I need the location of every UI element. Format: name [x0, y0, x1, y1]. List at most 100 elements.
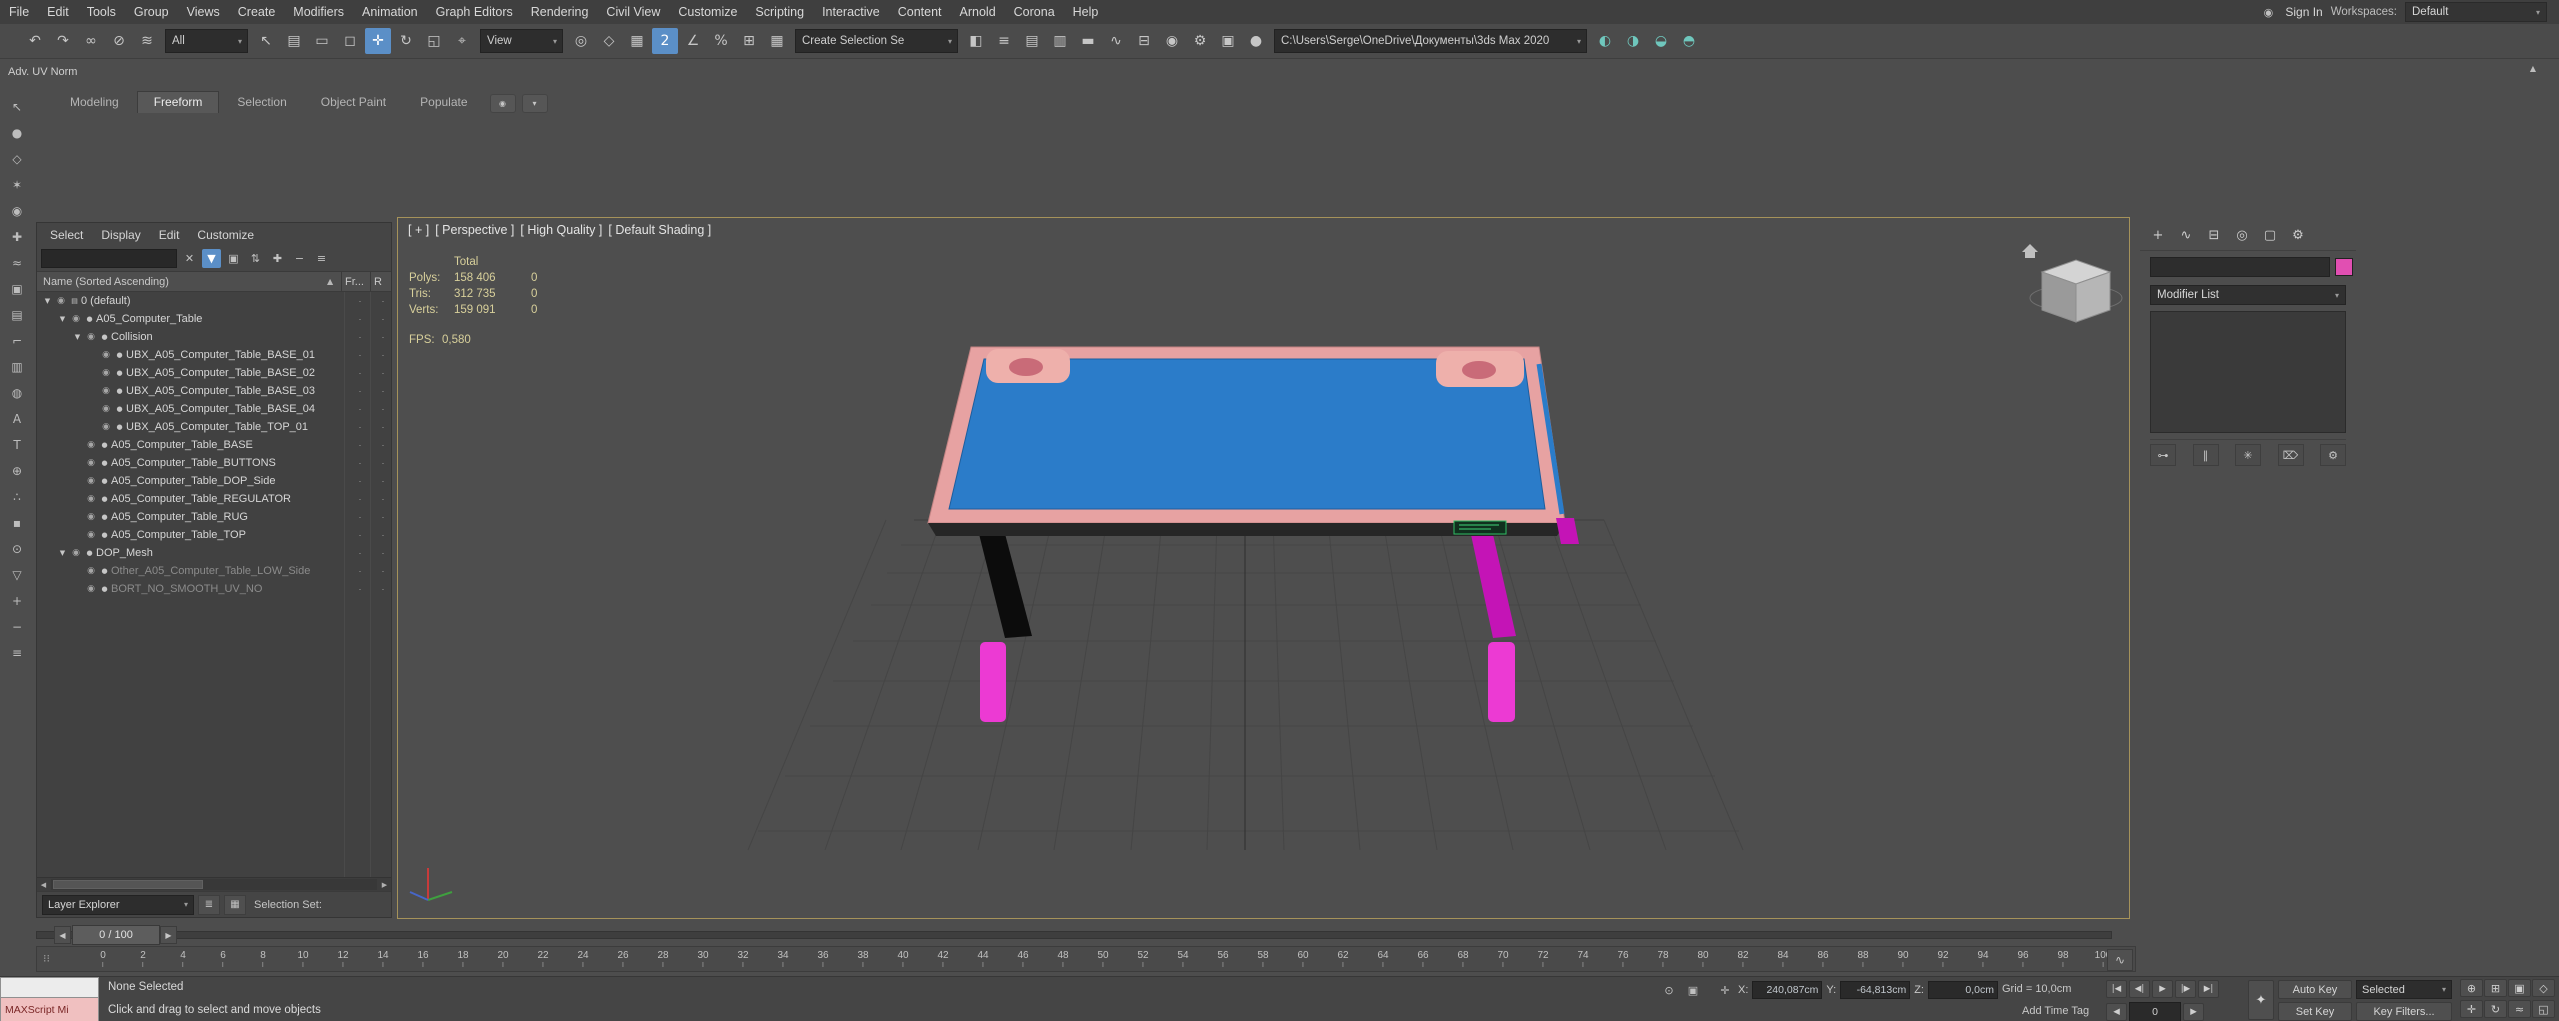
current-frame-field[interactable] [2129, 1002, 2181, 1021]
table-leg-right[interactable] [1470, 530, 1516, 638]
row-cell-render[interactable]: · [375, 310, 391, 328]
row-cell-frozen[interactable]: · [349, 436, 371, 454]
select-cursor-icon[interactable]: ↖ [6, 96, 28, 118]
scrollbar-track[interactable] [51, 879, 377, 890]
display-spacewarps-icon[interactable]: ≈ [6, 252, 28, 274]
time-slider-track[interactable] [36, 931, 2112, 939]
edit-named-selection-sets-icon[interactable]: ▦ [764, 28, 790, 54]
select-children-icon[interactable]: ∴ [6, 486, 28, 508]
explorer-list-mode-icon[interactable]: ≣ [198, 894, 220, 915]
menu-item-modifiers[interactable]: Modifiers [284, 0, 353, 24]
tree-row[interactable]: ◉ ● UBX_A05_Computer_Table_BASE_01 · · [37, 346, 391, 364]
display-tab-icon[interactable]: ▢ [2258, 224, 2282, 246]
frame-tick[interactable]: 0 [100, 950, 106, 967]
tree-row[interactable]: ▼ ◉ ● Collision · · [37, 328, 391, 346]
menu-item-arnold[interactable]: Arnold [951, 0, 1005, 24]
key-mode-dropdown[interactable]: Selected ▾ [2356, 980, 2452, 999]
toolbar-extra-icon-3[interactable]: ◒ [1648, 28, 1674, 54]
frame-tick[interactable]: 60 [1297, 950, 1308, 967]
visibility-icon[interactable]: ◉ [84, 512, 98, 522]
display-containers-icon[interactable]: ▥ [6, 356, 28, 378]
table-foot-left[interactable] [980, 642, 1006, 722]
select-by-name-icon[interactable]: ▤ [281, 28, 307, 54]
ribbon-tab-freeform[interactable]: Freeform [136, 91, 220, 113]
column-name-header[interactable]: Name (Sorted Ascending) [37, 276, 327, 288]
row-cell-frozen[interactable]: · [349, 382, 371, 400]
frame-tick[interactable]: 88 [1857, 950, 1868, 967]
sync-selection-icon[interactable]: ⇅ [246, 249, 265, 268]
workspace-dropdown[interactable]: Default ▾ [2405, 2, 2547, 22]
spinner-snap-icon[interactable]: ⊞ [736, 28, 762, 54]
explorer-options-icon[interactable]: ≡ [312, 249, 331, 268]
tree-row[interactable]: ◉ ● A05_Computer_Table_RUG · · [37, 508, 391, 526]
display-groups-icon[interactable]: ▣ [6, 278, 28, 300]
tree-row[interactable]: ▼ ◉ ● A05_Computer_Table · · [37, 310, 391, 328]
frame-tick[interactable]: 20 [497, 950, 508, 967]
sort-by-type-icon[interactable]: T [6, 434, 28, 456]
frame-tick[interactable]: 36 [817, 950, 828, 967]
frame-tick[interactable]: 94 [1977, 950, 1988, 967]
utilities-tab-icon[interactable]: ⚙ [2286, 224, 2310, 246]
frame-tick[interactable]: 42 [937, 950, 948, 967]
row-cell-frozen[interactable]: · [349, 544, 371, 562]
previous-key-icon[interactable]: ◀ [2106, 1003, 2127, 1021]
row-cell-render[interactable]: · [375, 454, 391, 472]
expander-icon[interactable]: ▼ [41, 297, 54, 305]
menu-item-scripting[interactable]: Scripting [746, 0, 813, 24]
frame-tick[interactable]: 16 [417, 950, 428, 967]
frame-tick[interactable]: 92 [1937, 950, 1948, 967]
frame-tick[interactable]: 76 [1617, 950, 1628, 967]
align-icon[interactable]: ≡ [991, 28, 1017, 54]
display-shapes-icon[interactable]: ◇ [6, 148, 28, 170]
material-editor-icon[interactable]: ◉ [1159, 28, 1185, 54]
ribbon-tab-populate[interactable]: Populate [404, 92, 483, 113]
expander-icon[interactable]: ▼ [56, 549, 69, 557]
tree-row[interactable]: ◉ ● UBX_A05_Computer_Table_TOP_01 · · [37, 418, 391, 436]
frame-tick[interactable]: 28 [657, 950, 668, 967]
zoom-extents-icon[interactable]: ▣ [2508, 979, 2531, 997]
frame-tick[interactable]: 96 [2017, 950, 2028, 967]
scroll-right-icon[interactable]: ▶ [378, 878, 391, 891]
open-mini-curve-editor-icon[interactable]: ∿ [2107, 949, 2133, 971]
explorer-menu-edit[interactable]: Edit [150, 228, 189, 242]
time-slider-prev-icon[interactable]: ◀ [54, 926, 71, 944]
row-cell-render[interactable]: · [375, 346, 391, 364]
walkthrough-icon[interactable]: ≈ [2508, 1000, 2531, 1018]
row-cell-render[interactable]: · [375, 292, 391, 310]
visibility-icon[interactable]: ◉ [84, 530, 98, 540]
menu-item-interactive[interactable]: Interactive [813, 0, 889, 24]
undo-icon[interactable]: ↶ [22, 28, 48, 54]
ribbon-tab-object-paint[interactable]: Object Paint [305, 92, 402, 113]
frame-tick[interactable]: 44 [977, 950, 988, 967]
menu-item-rendering[interactable]: Rendering [522, 0, 598, 24]
frame-tick[interactable]: 72 [1537, 950, 1548, 967]
viewport-canvas[interactable] [398, 218, 2129, 918]
next-frame-button[interactable]: |▶ [2175, 980, 2196, 998]
visibility-icon[interactable]: ◉ [84, 440, 98, 450]
display-materials-icon[interactable]: ◍ [6, 382, 28, 404]
render-setup-icon[interactable]: ⚙ [1187, 28, 1213, 54]
frame-tick[interactable]: 48 [1057, 950, 1068, 967]
show-end-result-icon[interactable]: ∥ [2192, 444, 2219, 466]
visibility-icon[interactable]: ◉ [99, 350, 113, 360]
toggle-scene-explorer-icon[interactable]: ▤ [1019, 28, 1045, 54]
row-cell-render[interactable]: · [375, 400, 391, 418]
row-cell-frozen[interactable]: · [349, 508, 371, 526]
row-cell-render[interactable]: · [375, 382, 391, 400]
visibility-icon[interactable]: ◉ [99, 386, 113, 396]
scrollbar-thumb[interactable] [53, 880, 203, 889]
visibility-icon[interactable]: ◉ [84, 566, 98, 576]
pin-explorer-icon[interactable]: ⊙ [6, 538, 28, 560]
set-key-button[interactable]: Set Key [2278, 1002, 2352, 1021]
column-render-header[interactable]: R [370, 272, 391, 291]
tree-row[interactable]: ▼ ◉ ● DOP_Mesh · · [37, 544, 391, 562]
window-crossing-icon[interactable]: ◻ [337, 28, 363, 54]
ribbon-tab-selection[interactable]: Selection [221, 92, 302, 113]
display-bones-icon[interactable]: ⌐ [6, 330, 28, 352]
select-and-link-icon[interactable]: ∞ [78, 28, 104, 54]
explorer-type-dropdown[interactable]: Layer Explorer ▾ [42, 894, 194, 915]
key-filters-button[interactable]: Key Filters... [2356, 1002, 2452, 1021]
set-keys-button[interactable]: ✦ [2248, 980, 2274, 1020]
tree-row[interactable]: ◉ ● A05_Computer_Table_REGULATOR · · [37, 490, 391, 508]
explorer-menu-display[interactable]: Display [92, 228, 149, 242]
